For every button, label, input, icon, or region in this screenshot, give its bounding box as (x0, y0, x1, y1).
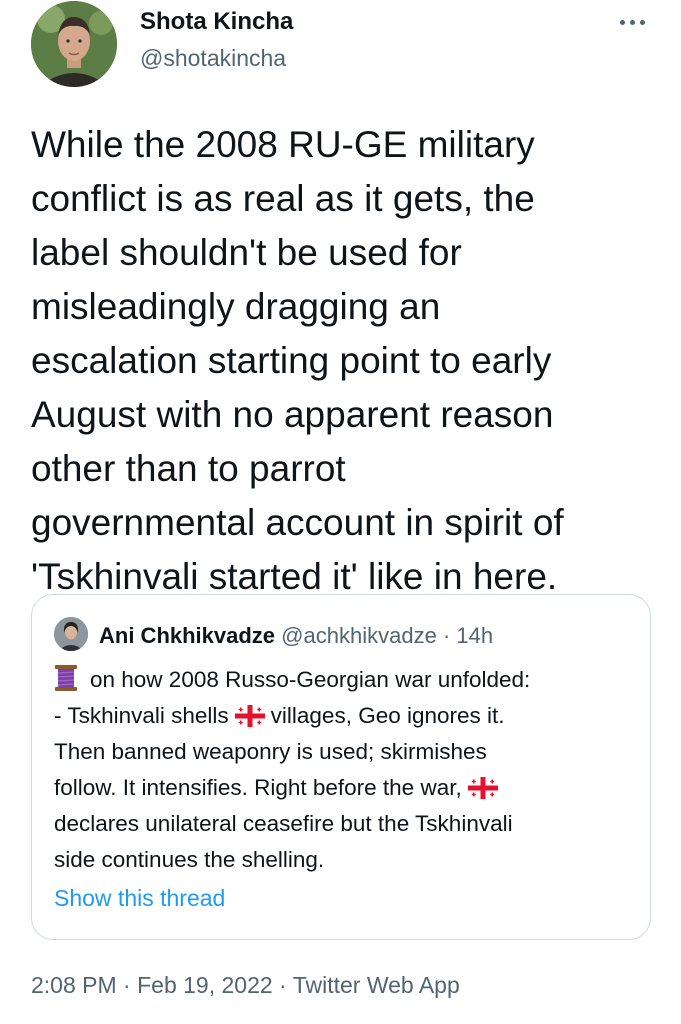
tweet-text: While the 2008 RU-GE military conflict i… (31, 118, 661, 604)
tweet: Shota Kincha @shotakincha While the 2008… (0, 0, 681, 1024)
more-dot (629, 19, 635, 25)
quoted-text-line: - Tskhinvali shells villages, Geo ignore… (54, 698, 644, 734)
quoted-text-line: follow. It intensifies. Right before the… (54, 770, 644, 806)
author-name[interactable]: Shota Kincha (140, 8, 293, 36)
quoted-line-text: - Tskhinvali shells (54, 703, 229, 728)
tweet-text-line: label shouldn't be used for (31, 232, 462, 273)
quoted-author-name[interactable]: Ani Chkhikvadze (99, 623, 275, 648)
more-dot (619, 19, 625, 25)
tweet-text-line: conflict is as real as it gets, the (31, 178, 535, 219)
meta-separator: · (116, 972, 138, 998)
tweet-source[interactable]: Twitter Web App (293, 972, 460, 998)
georgia-flag-icon (234, 705, 265, 727)
quoted-time: · 14h (442, 623, 494, 648)
quoted-text: on how 2008 Russo-Georgian war unfolded:… (54, 662, 644, 878)
show-thread-link[interactable]: Show this thread (54, 885, 225, 912)
tweet-text-line: escalation starting point to early (31, 340, 552, 381)
quoted-text-line: side continues the shelling. (54, 847, 325, 872)
quoted-line-text: on how 2008 Russo-Georgian war unfolded: (90, 667, 531, 692)
thread-spool-icon (55, 665, 77, 691)
quoted-avatar-image (54, 617, 88, 651)
quoted-author-avatar[interactable] (54, 617, 88, 651)
tweet-text-line: other than to parrot (31, 448, 346, 489)
quoted-tweet-card[interactable]: Ani Chkhikvadze @achkhikvadze · 14h on h… (31, 594, 651, 940)
quoted-text-line: Then banned weaponry is used; skirmishes (54, 739, 487, 764)
quoted-line-text: villages, Geo ignores it. (270, 703, 505, 728)
quoted-author-handle[interactable]: @achkhikvadze (281, 623, 437, 648)
georgia-flag-icon (467, 777, 498, 799)
meta-separator: · (272, 972, 293, 998)
tweet-date[interactable]: Feb 19, 2022 (137, 972, 273, 998)
quoted-text-line: on how 2008 Russo-Georgian war unfolded: (54, 662, 644, 698)
author-avatar-image (31, 1, 117, 87)
more-options-icon[interactable] (612, 8, 652, 36)
quoted-text-line: declares unilateral ceasefire but the Ts… (54, 811, 513, 836)
quoted-line-text: follow. It intensifies. Right before the… (54, 775, 462, 800)
quoted-header: Ani Chkhikvadze @achkhikvadze · 14h (99, 623, 493, 649)
more-dot (639, 19, 645, 25)
tweet-text-line: August with no apparent reason (31, 394, 554, 435)
tweet-time[interactable]: 2:08 PM (31, 972, 117, 998)
tweet-text-line: misleadingly dragging an (31, 286, 441, 327)
author-handle[interactable]: @shotakincha (140, 45, 286, 72)
tweet-text-line: governmental account in spirit of (31, 502, 564, 543)
tweet-metadata: 2:08 PM · Feb 19, 2022 · Twitter Web App (31, 972, 460, 999)
author-avatar[interactable] (31, 1, 117, 87)
tweet-text-line: While the 2008 RU-GE military (31, 124, 535, 165)
